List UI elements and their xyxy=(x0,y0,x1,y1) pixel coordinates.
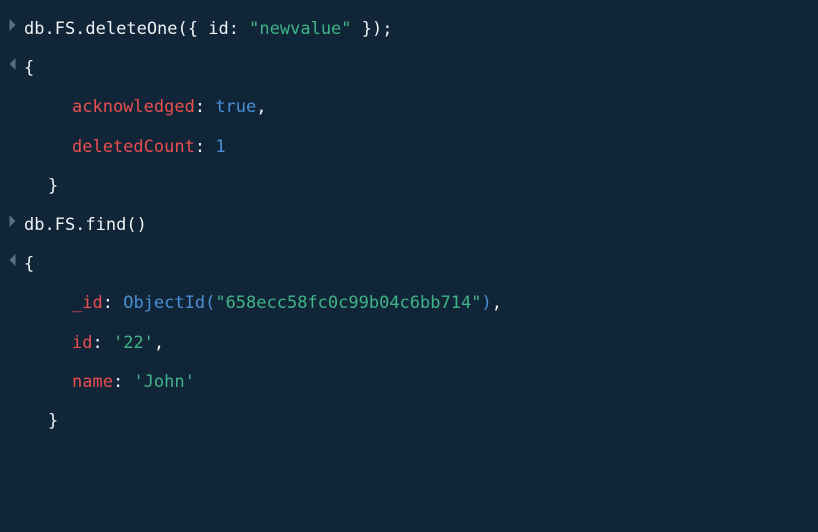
line-content: acknowledged: true, xyxy=(24,94,818,121)
shell-line: id: '22', xyxy=(0,324,818,363)
mongo-shell-output: db.FS.deleteOne({ id: "newvalue" }); { ack… xyxy=(0,10,818,441)
line-content: deletedCount: 1 xyxy=(24,134,818,161)
line-content: id: '22', xyxy=(24,330,818,357)
prompt-output-icon xyxy=(7,253,18,267)
shell-line: } xyxy=(0,167,818,206)
code-token: , xyxy=(492,293,502,313)
code-token: db.FS.find() xyxy=(24,215,147,235)
gutter xyxy=(0,251,24,267)
line-content: _id: ObjectId("658ecc58fc0c99b04c6bb714"… xyxy=(24,290,818,317)
line-content: name: 'John' xyxy=(24,369,818,396)
prompt-input-icon xyxy=(7,18,18,32)
code-token: : xyxy=(113,372,133,392)
code-token: true xyxy=(215,97,256,117)
code-token: : xyxy=(103,293,123,313)
shell-line: db.FS.deleteOne({ id: "newvalue" }); xyxy=(0,10,818,49)
shell-line: _id: ObjectId("658ecc58fc0c99b04c6bb714"… xyxy=(0,284,818,323)
line-content: { xyxy=(24,251,818,278)
code-token: '22' xyxy=(113,333,154,353)
gutter xyxy=(0,134,24,136)
shell-line: db.FS.find() xyxy=(0,206,818,245)
code-token: { xyxy=(24,58,34,78)
code-token: id xyxy=(72,333,92,353)
line-content: } xyxy=(24,408,818,435)
shell-line: acknowledged: true, xyxy=(0,88,818,127)
code-token: , xyxy=(154,333,164,353)
line-content: } xyxy=(24,173,818,200)
line-content: db.FS.find() xyxy=(24,212,818,239)
prompt-output-icon xyxy=(7,57,18,71)
code-token: : xyxy=(92,333,112,353)
code-token: : xyxy=(195,137,215,157)
code-token: { xyxy=(24,254,34,274)
code-token: ) xyxy=(481,293,491,313)
shell-line: name: 'John' xyxy=(0,363,818,402)
code-token: } xyxy=(48,176,58,196)
gutter xyxy=(0,212,24,228)
code-token: , xyxy=(256,97,266,117)
code-token: "658ecc58fc0c99b04c6bb714" xyxy=(215,293,481,313)
code-token: } xyxy=(48,411,58,431)
gutter xyxy=(0,16,24,32)
line-content: { xyxy=(24,55,818,82)
gutter xyxy=(0,55,24,71)
shell-line: } xyxy=(0,402,818,441)
shell-line: { xyxy=(0,49,818,88)
code-token: : xyxy=(195,97,215,117)
gutter xyxy=(0,408,24,410)
code-token: 1 xyxy=(215,137,225,157)
line-content: db.FS.deleteOne({ id: "newvalue" }); xyxy=(24,16,818,43)
code-token: acknowledged xyxy=(72,97,195,117)
shell-line: deletedCount: 1 xyxy=(0,128,818,167)
code-token: 'John' xyxy=(133,372,194,392)
gutter xyxy=(0,290,24,292)
gutter xyxy=(0,330,24,332)
code-token: ObjectId( xyxy=(123,293,215,313)
code-token: _id xyxy=(72,293,103,313)
prompt-input-icon xyxy=(7,214,18,228)
gutter xyxy=(0,173,24,175)
code-token: db.FS.deleteOne({ id: xyxy=(24,19,249,39)
shell-line: { xyxy=(0,245,818,284)
code-token: }); xyxy=(352,19,393,39)
gutter xyxy=(0,94,24,96)
code-token: deletedCount xyxy=(72,137,195,157)
gutter xyxy=(0,369,24,371)
code-token: "newvalue" xyxy=(249,19,351,39)
code-token: name xyxy=(72,372,113,392)
